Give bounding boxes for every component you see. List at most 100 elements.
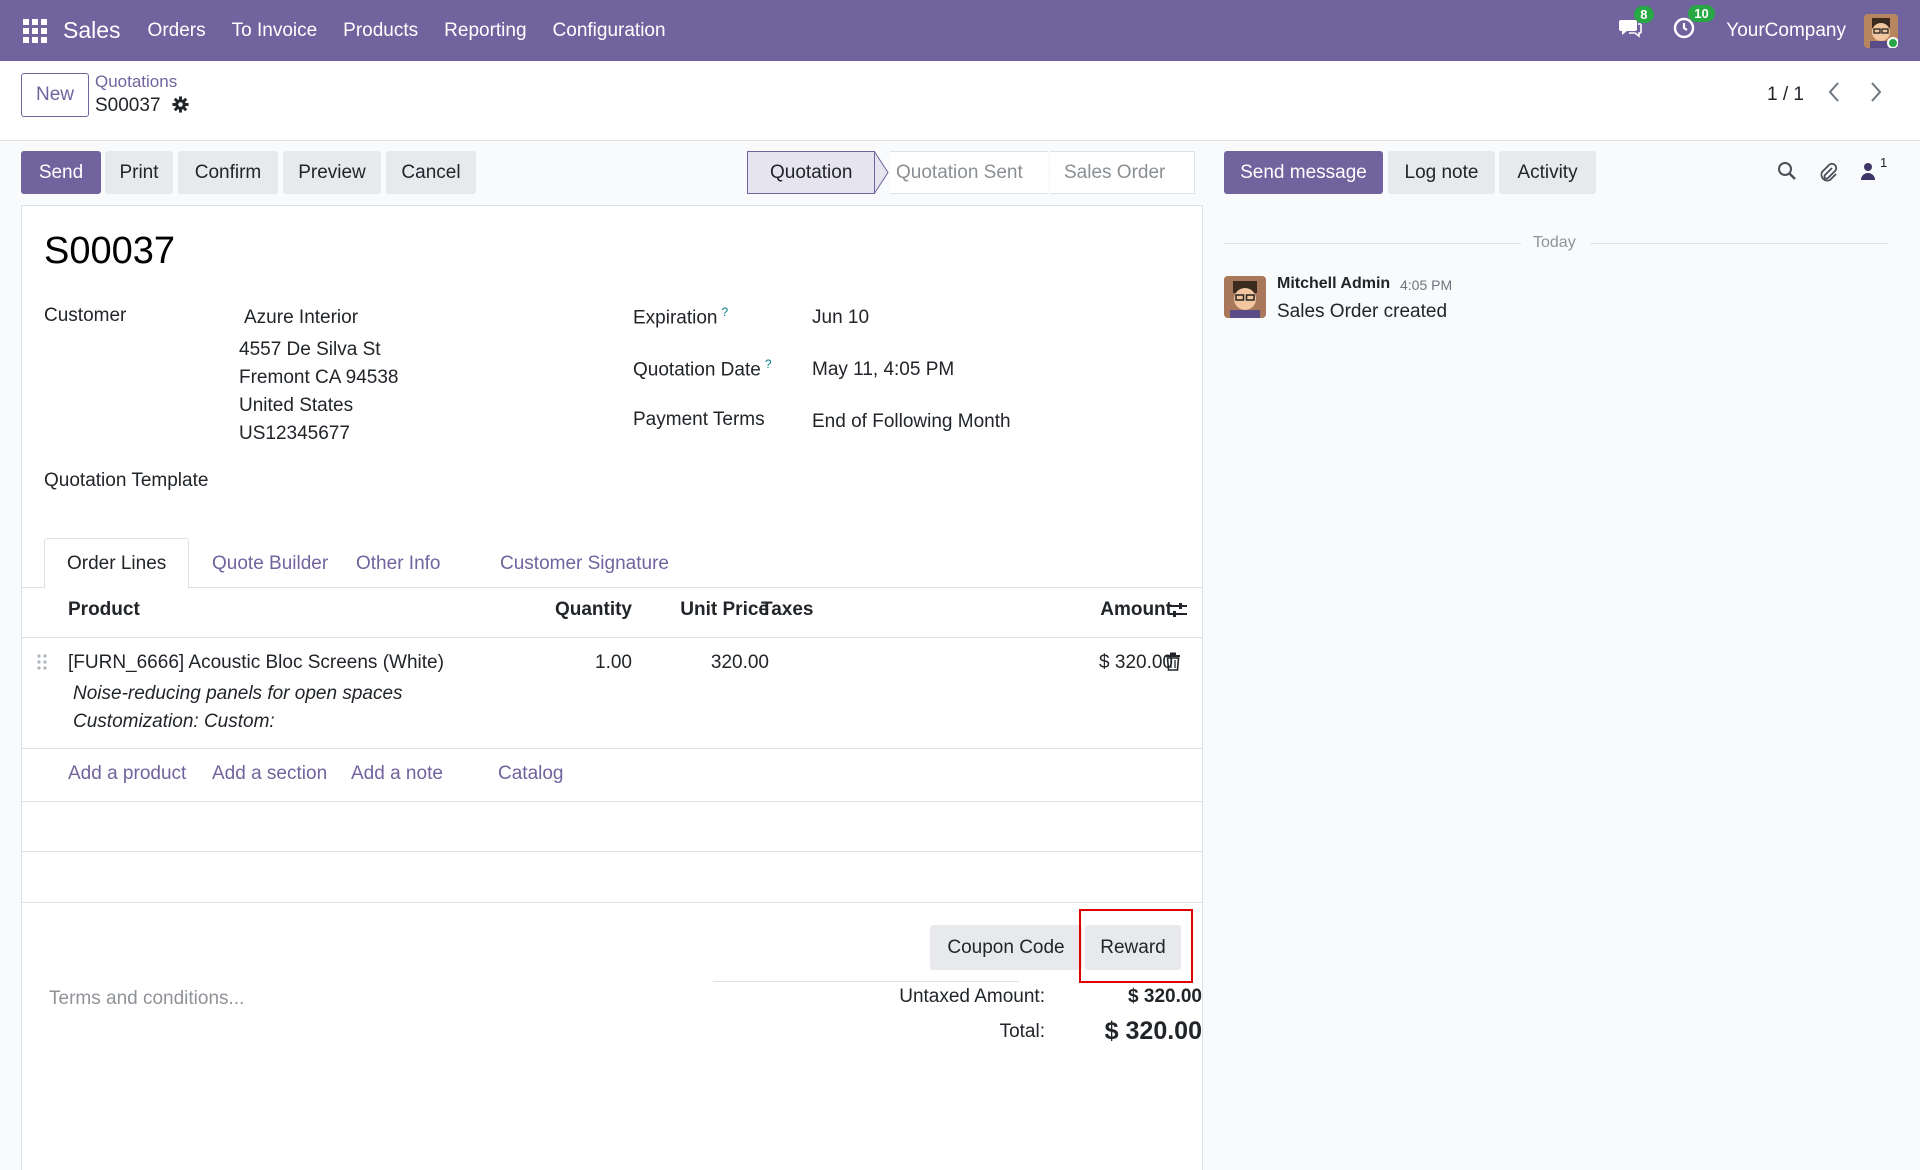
terms-and-conditions-field[interactable]: Terms and conditions... [49, 988, 244, 1010]
breadcrumb-quotations[interactable]: Quotations [95, 72, 177, 92]
line-unit-price[interactable]: 320.00 [640, 652, 769, 674]
apps-grid-icon[interactable] [23, 18, 47, 43]
help-icon[interactable]: ? [722, 305, 729, 319]
preview-button[interactable]: Preview [283, 151, 381, 194]
company-switcher[interactable]: YourCompany [1726, 20, 1846, 42]
column-header-product[interactable]: Product [68, 599, 140, 621]
gear-icon[interactable] [172, 96, 189, 119]
expiration-label-text: Expiration [633, 307, 718, 329]
address-line: US12345677 [239, 423, 350, 444]
activities-badge: 10 [1688, 4, 1715, 22]
status-quotation[interactable]: Quotation [747, 151, 875, 194]
expiration-field[interactable]: Jun 10 [812, 307, 869, 329]
form-sheet: S00037 Customer Azure Interior 4557 De S… [21, 205, 1203, 1170]
chevron-left-icon[interactable] [1826, 81, 1842, 109]
message-body: Sales Order created [1277, 301, 1448, 322]
column-header-taxes[interactable]: Taxes [761, 599, 813, 621]
total-value: $ 320.00 [1104, 1017, 1202, 1045]
tab-other-info[interactable]: Other Info [334, 538, 463, 589]
payment-terms-field[interactable]: End of Following Month [812, 411, 1011, 433]
address-line: Fremont CA 94538 [239, 367, 399, 388]
customer-field[interactable]: Azure Interior [244, 307, 358, 329]
line-amount: $ 320.00 [1099, 652, 1173, 673]
send-message-button[interactable]: Send message [1224, 151, 1383, 194]
quotation-template-label: Quotation Template [44, 470, 209, 491]
menu-configuration[interactable]: Configuration [553, 20, 666, 42]
status-quotation-sent[interactable]: Quotation Sent [890, 151, 1048, 194]
breadcrumb-current-record: S00037 [95, 95, 161, 116]
messages-icon[interactable]: 8 [1618, 5, 1654, 45]
address-line: 4557 De Silva St [239, 339, 381, 360]
new-button[interactable]: New [21, 73, 89, 117]
table-divider [22, 637, 1202, 638]
untaxed-amount-label: Untaxed Amount: [899, 986, 1045, 1007]
coupon-code-button[interactable]: Coupon Code [930, 925, 1082, 970]
tab-quote-builder[interactable]: Quote Builder [190, 538, 350, 589]
expiration-label: Expiration? [633, 305, 728, 329]
table-divider [22, 851, 1202, 852]
message-author[interactable]: Mitchell Admin [1277, 275, 1390, 293]
user-avatar[interactable] [1864, 13, 1898, 48]
total-label: Total: [999, 1021, 1045, 1042]
trash-icon[interactable] [1165, 652, 1181, 677]
confirm-button[interactable]: Confirm [178, 151, 278, 194]
quotation-date-label: Quotation Date? [633, 357, 772, 381]
pager-value[interactable]: 1 / 1 [1767, 84, 1804, 106]
column-header-quantity[interactable]: Quantity [535, 599, 632, 621]
menu-reporting[interactable]: Reporting [444, 20, 526, 42]
address-line: United States [239, 395, 354, 416]
table-divider [22, 801, 1202, 802]
untaxed-amount-value: $ 320.00 [1128, 986, 1202, 1007]
status-quotation-sent-label: Quotation Sent [896, 161, 1023, 183]
add-section-link[interactable]: Add a section [212, 763, 327, 785]
activity-button[interactable]: Activity [1499, 151, 1596, 194]
catalog-link[interactable]: Catalog [498, 763, 564, 785]
reward-button[interactable]: Reward [1085, 925, 1181, 970]
notebook-tabs: Order Lines Quote Builder Other Info Cus… [22, 531, 1202, 589]
message-time: 4:05 PM [1400, 277, 1453, 293]
tab-customer-signature[interactable]: Customer Signature [478, 538, 691, 589]
statusbar: Quotation Quotation Sent Sales Order [747, 151, 1195, 194]
column-header-unit-price[interactable]: Unit Price [640, 599, 769, 621]
drag-handle-icon[interactable] [37, 653, 47, 677]
date-separator: Today [1533, 234, 1576, 251]
line-product[interactable]: [FURN_6666] Acoustic Bloc Screens (White… [68, 652, 444, 674]
date-divider [1224, 243, 1521, 244]
customer-label: Customer [44, 305, 127, 326]
quotation-date-field[interactable]: May 11, 4:05 PM [812, 359, 954, 381]
date-divider [1590, 243, 1888, 244]
log-note-button[interactable]: Log note [1388, 151, 1495, 194]
optional-columns-icon[interactable] [1168, 600, 1188, 626]
print-button[interactable]: Print [105, 151, 173, 194]
chevron-right-icon[interactable] [1868, 81, 1884, 109]
app-name[interactable]: Sales [63, 17, 121, 44]
add-note-link[interactable]: Add a note [351, 763, 443, 785]
add-product-link[interactable]: Add a product [68, 763, 186, 785]
author-avatar[interactable] [1224, 276, 1266, 318]
activity-clock-icon[interactable]: 10 [1672, 4, 1715, 46]
menu-orders[interactable]: Orders [148, 20, 206, 42]
send-button[interactable]: Send [21, 151, 101, 194]
followers-count: 1 [1880, 155, 1888, 170]
status-sales-order-label: Sales Order [1064, 161, 1166, 183]
table-divider [22, 748, 1202, 749]
top-navbar: Sales Orders To Invoice Products Reporti… [0, 0, 1920, 61]
search-icon[interactable] [1777, 161, 1797, 187]
menu-products[interactable]: Products [343, 20, 418, 42]
record-title: S00037 [44, 230, 176, 272]
column-header-amount[interactable]: Amount [1072, 599, 1172, 621]
line-quantity[interactable]: 1.00 [535, 652, 632, 674]
status-quotation-label: Quotation [770, 161, 853, 183]
help-icon[interactable]: ? [765, 357, 772, 371]
status-sales-order[interactable]: Sales Order [1050, 151, 1195, 194]
menu-to-invoice[interactable]: To Invoice [232, 20, 318, 42]
status-arrow-icon [874, 151, 889, 194]
tab-order-lines[interactable]: Order Lines [44, 538, 190, 589]
messages-badge: 8 [1634, 5, 1654, 23]
table-divider [22, 902, 1202, 903]
paperclip-icon[interactable] [1817, 161, 1839, 189]
control-panel: New Quotations S00037 1 / 1 [0, 61, 1920, 141]
line-description: Noise-reducing panels for open spaces [73, 683, 403, 704]
followers-icon[interactable]: 1 [1860, 155, 1887, 187]
cancel-button[interactable]: Cancel [386, 151, 476, 194]
